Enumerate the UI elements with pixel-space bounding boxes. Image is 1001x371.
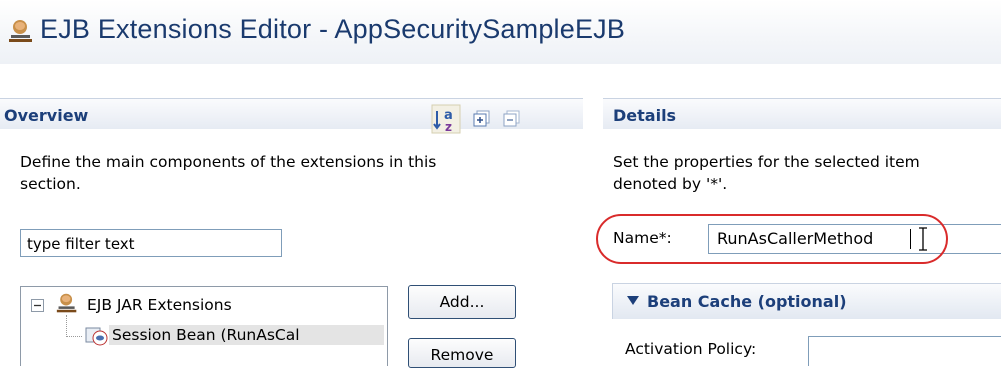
expand-all-icon[interactable] — [473, 110, 491, 128]
tree-collapse-icon[interactable] — [31, 299, 44, 312]
editor-title: EJB Extensions Editor - AppSecuritySampl… — [40, 14, 626, 44]
details-description: Set the properties for the selected item… — [613, 151, 920, 195]
tree-item-label: Session Bean (RunAsCal — [112, 326, 300, 344]
details-section-header: Details — [603, 98, 1001, 129]
details-description-line: denoted by '*'. — [613, 175, 728, 193]
name-field-highlight — [596, 214, 948, 264]
tree-item-session-bean[interactable]: Session Bean (RunAsCal — [109, 325, 384, 345]
session-bean-icon — [85, 327, 108, 346]
tree-item-label: EJB JAR Extensions — [87, 296, 232, 314]
editor-title-bar: EJB Extensions Editor - AppSecuritySampl… — [0, 0, 1001, 64]
ejb-jar-icon — [56, 293, 77, 313]
overview-description: Define the main components of the extens… — [20, 151, 436, 195]
sort-alphabetically-icon[interactable]: a z — [431, 104, 461, 134]
ejb-editor-icon — [9, 20, 32, 42]
activation-policy-input[interactable] — [808, 336, 1001, 366]
add-button[interactable]: Add... — [408, 285, 516, 319]
filter-placeholder: type filter text — [27, 235, 135, 253]
svg-text:z: z — [445, 120, 452, 134]
remove-button[interactable]: Remove — [408, 338, 516, 368]
extensions-tree[interactable]: EJB JAR Extensions Session Bean (RunAsCa… — [20, 286, 388, 366]
activation-policy-label: Activation Policy: — [625, 340, 757, 358]
tree-connector — [66, 336, 82, 338]
chevron-down-icon[interactable] — [627, 296, 639, 305]
details-title: Details — [613, 106, 677, 125]
overview-section-header: Overview — [0, 98, 583, 129]
details-description-line: Set the properties for the selected item — [613, 153, 920, 171]
add-button-label: Add... — [439, 293, 485, 311]
remove-button-label: Remove — [430, 346, 494, 364]
bean-cache-section-header[interactable]: Bean Cache (optional) — [612, 283, 1001, 319]
overview-title: Overview — [4, 106, 89, 125]
overview-description-line: Define the main components of the extens… — [20, 153, 437, 171]
tree-connector — [66, 315, 68, 337]
overview-description-line: section. — [20, 175, 81, 193]
tree-item-ejb-jar-extensions[interactable]: EJB JAR Extensions — [87, 296, 232, 314]
bean-cache-title: Bean Cache (optional) — [647, 292, 847, 311]
filter-input[interactable]: type filter text — [20, 229, 282, 257]
collapse-all-icon[interactable] — [503, 110, 521, 128]
